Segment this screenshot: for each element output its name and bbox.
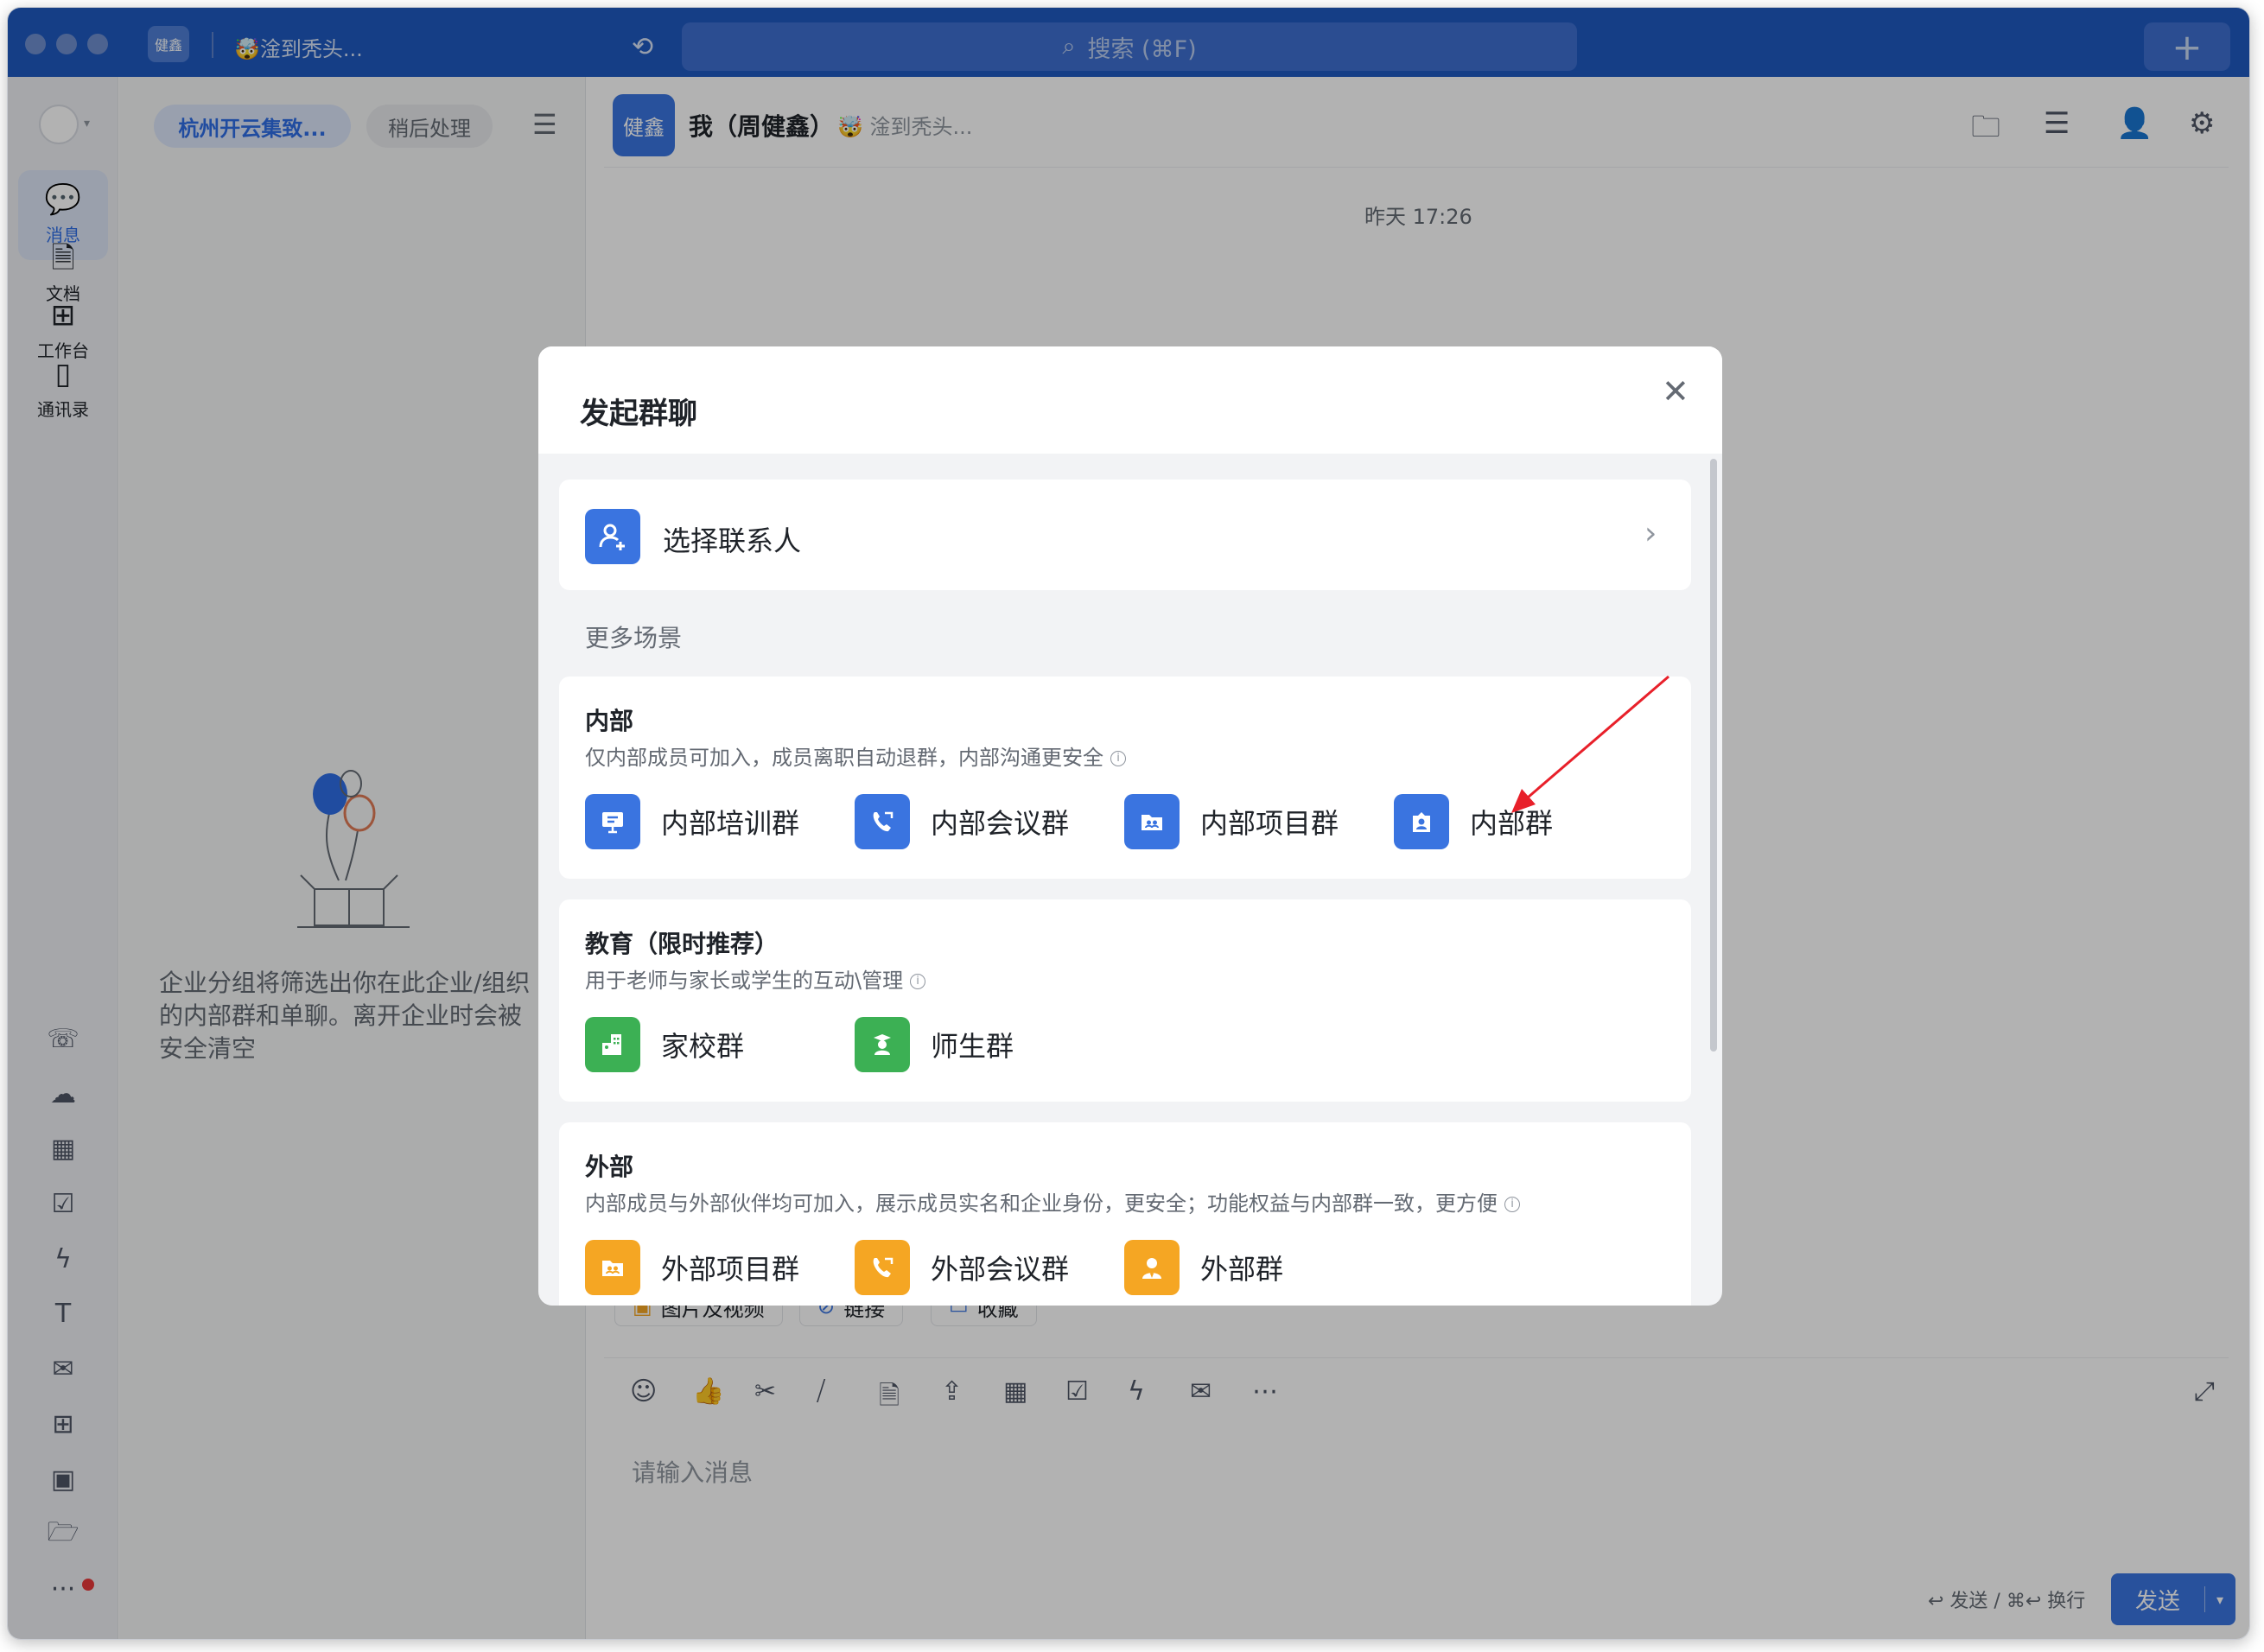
- presentation-icon: [585, 794, 640, 849]
- section-desc: 内部成员与外部伙伴均可加入，展示成员实名和企业身份，更安全；功能权益与内部群一致…: [585, 1186, 1520, 1217]
- option-external-meeting-group[interactable]: 外部会议群: [855, 1240, 1069, 1295]
- phone-icon: [855, 1240, 910, 1295]
- option-label: 师生群: [931, 1030, 1014, 1063]
- info-icon[interactable]: i: [1110, 751, 1126, 766]
- section-title: 外部: [585, 1153, 634, 1181]
- option-label: 内部会议群: [931, 807, 1070, 840]
- chevron-right-icon: ›: [1644, 516, 1657, 551]
- project-folder-icon: [585, 1240, 640, 1295]
- section-desc: 用于老师与家长或学生的互动\管理 i: [585, 963, 926, 994]
- option-label: 家校群: [661, 1030, 745, 1063]
- external-section: 外部 内部成员与外部伙伴均可加入，展示成员实名和企业身份，更安全；功能权益与内部…: [559, 1122, 1691, 1306]
- option-label: 内部项目群: [1200, 807, 1339, 840]
- dialog-scrollbar[interactable]: [1710, 459, 1717, 1052]
- dialog-title: 发起群聊: [580, 397, 697, 431]
- section-title: 内部: [585, 707, 634, 735]
- option-internal-project-group[interactable]: 内部项目群: [1124, 794, 1339, 849]
- option-external-group[interactable]: 外部群: [1124, 1240, 1283, 1295]
- dialog-header: 发起群聊 ✕: [538, 346, 1722, 454]
- project-folder-icon: [1124, 794, 1180, 849]
- phone-icon: [855, 794, 910, 849]
- info-icon[interactable]: i: [1504, 1197, 1520, 1212]
- graduation-cap-icon: [855, 1017, 910, 1072]
- section-title: 教育（限时推荐）: [585, 930, 779, 958]
- annotation-arrow-icon: [1511, 675, 1669, 813]
- section-desc-text: 仅内部成员可加入，成员离职自动退群，内部沟通更安全: [585, 746, 1103, 770]
- badge-person-icon: [1394, 794, 1449, 849]
- option-label: 内部培训群: [661, 807, 800, 840]
- option-internal-meeting-group[interactable]: 内部会议群: [855, 794, 1069, 849]
- section-desc-text: 用于老师与家长或学生的互动\管理: [585, 969, 904, 993]
- start-group-chat-dialog: 发起群聊 ✕ 选择联系人 › 更多场景 内部 仅内部成员可加入，成员离职自动退群…: [538, 346, 1722, 1306]
- more-scenes-label: 更多场景: [585, 624, 683, 652]
- option-teacher-student-group[interactable]: 师生群: [855, 1017, 1014, 1072]
- select-contacts-row[interactable]: 选择联系人 ›: [559, 480, 1691, 590]
- info-icon[interactable]: i: [910, 974, 926, 989]
- select-contacts-label: 选择联系人: [663, 524, 802, 557]
- add-contact-icon: [585, 509, 640, 564]
- school-building-icon: [585, 1017, 640, 1072]
- education-section: 教育（限时推荐） 用于老师与家长或学生的互动\管理 i 家校群 师生群: [559, 899, 1691, 1102]
- option-label: 外部项目群: [661, 1253, 800, 1286]
- option-label: 外部群: [1200, 1253, 1284, 1286]
- section-desc-text: 内部成员与外部伙伴均可加入，展示成员实名和企业身份，更安全；功能权益与内部群一致…: [585, 1191, 1498, 1216]
- app-window: 健鑫 🤯淦到秃头... ⟲ ⌕ 搜索 (⌘F) + ▾ 💬 消息 🗎 文档 ⊞: [7, 7, 2250, 1640]
- person-tie-icon: [1124, 1240, 1180, 1295]
- option-internal-training-group[interactable]: 内部培训群: [585, 794, 799, 849]
- option-label: 外部会议群: [931, 1253, 1070, 1286]
- section-desc: 仅内部成员可加入，成员离职自动退群，内部沟通更安全 i: [585, 740, 1126, 771]
- option-home-school-group[interactable]: 家校群: [585, 1017, 744, 1072]
- close-icon[interactable]: ✕: [1662, 372, 1689, 410]
- option-external-project-group[interactable]: 外部项目群: [585, 1240, 799, 1295]
